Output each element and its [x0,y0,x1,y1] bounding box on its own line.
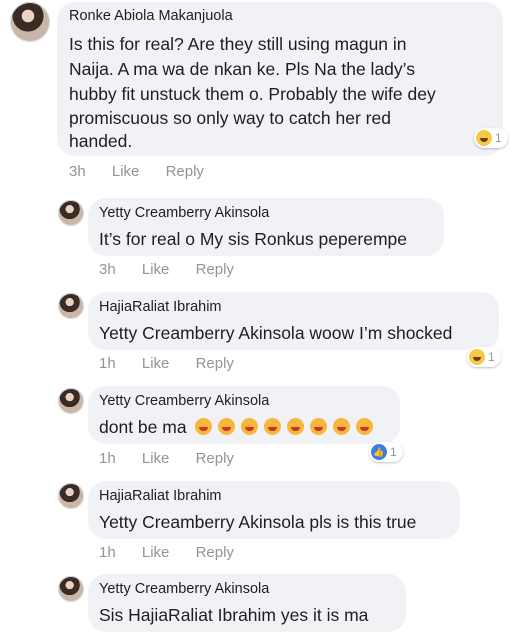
avatar[interactable] [58,576,84,602]
heart-eyes-emoji-icon [217,418,235,435]
comment-text-line: promiscuous so only way to catch her red [69,108,391,128]
comment-text-line: hubby fit unstuck them o. Probably the w… [69,84,436,104]
comment-text-line: handed. [69,131,133,151]
comment-text: dont be ma [99,415,373,439]
heart-eyes-emoji-icon [286,418,304,435]
comment-actions: 3h Like Reply [69,163,226,180]
heart-eyes-emoji-icon [355,418,373,435]
comment-text-line: Sis HajiaRaliat Ibrahim yes it is ma [99,605,369,625]
comment-actions: 1h Like Reply [99,544,256,561]
comment-author[interactable]: Yetty Creamberry Akinsola [99,581,269,597]
avatar[interactable] [58,293,84,319]
comment-text-line: It’s for real o My sis Ronkus peperempe [99,229,408,249]
avatar[interactable] [58,388,84,414]
avatar[interactable] [58,483,84,509]
comment-time[interactable]: 1h [99,544,116,561]
like-link[interactable]: Like [142,544,170,561]
reaction-count[interactable]: 👍 1 [369,442,403,462]
comment-actions: 3h Like Reply [99,261,256,278]
heart-eyes-emoji-icon [309,418,327,435]
comment-time[interactable]: 1h [99,450,116,467]
like-link[interactable]: Like [112,163,140,180]
reply-link[interactable]: Reply [196,261,234,278]
like-link[interactable]: Like [142,355,170,372]
comment-time[interactable]: 3h [69,163,86,180]
comment-author[interactable]: Yetty Creamberry Akinsola [99,205,269,221]
haha-reaction-icon [469,349,485,365]
comment-text-line: dont be ma [99,417,187,437]
comment-actions: 1h Like Reply [99,355,256,372]
avatar[interactable] [58,200,84,226]
reaction-count[interactable]: 1 [467,347,501,367]
reaction-count[interactable]: 1 [474,128,508,148]
reply-link[interactable]: Reply [166,163,204,180]
reaction-count-label: 1 [495,131,502,145]
like-link[interactable]: Like [142,261,170,278]
heart-eyes-emoji-icon [263,418,281,435]
heart-eyes-emoji-icon [194,418,212,435]
comment-actions: 1h Like Reply [99,450,256,467]
heart-eyes-emoji-icon [240,418,258,435]
reply-link[interactable]: Reply [196,355,234,372]
reply-link[interactable]: Reply [196,544,234,561]
heart-eyes-emoji-icon [332,418,350,435]
haha-reaction-icon [476,130,492,146]
reply-link[interactable]: Reply [196,450,234,467]
comment-author[interactable]: Ronke Abiola Makanjuola [69,8,233,24]
comment-time[interactable]: 3h [99,261,116,278]
comment-author[interactable]: HajiaRaliat Ibrahim [99,299,222,315]
like-link[interactable]: Like [142,450,170,467]
comment-text-line: Naija. A ma wa de nkan ke. Pls Na the la… [69,59,415,79]
comment-time[interactable]: 1h [99,355,116,372]
avatar[interactable] [10,2,50,42]
comment-text-line: Yetty Creamberry Akinsola pls is this tr… [99,512,417,532]
comment-text-line: Yetty Creamberry Akinsola woow I’m shock… [99,323,453,343]
emoji-row [189,417,373,437]
like-reaction-icon: 👍 [371,444,387,460]
comment-text-line: Is this for real? Are they still using m… [69,34,407,54]
reaction-count-label: 1 [390,445,397,459]
comment-author[interactable]: Yetty Creamberry Akinsola [99,393,269,409]
reaction-count-label: 1 [488,350,495,364]
comment-author[interactable]: HajiaRaliat Ibrahim [99,488,222,504]
